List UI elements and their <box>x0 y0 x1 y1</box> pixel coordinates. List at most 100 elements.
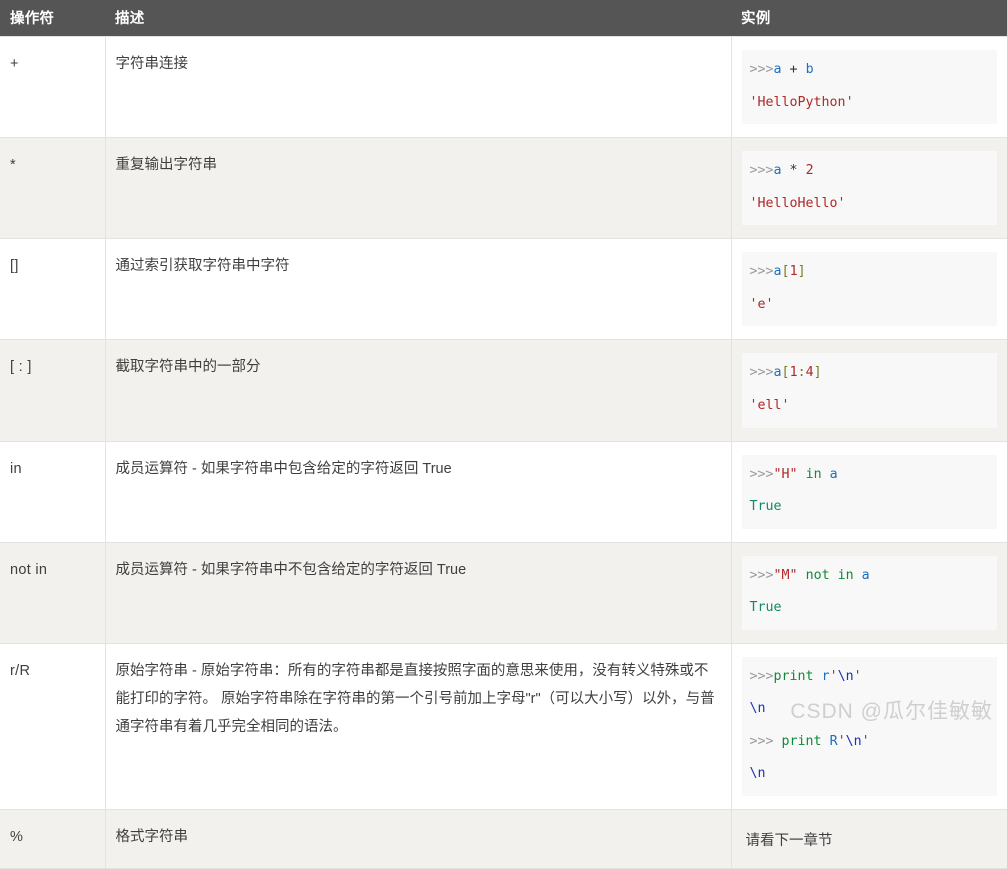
code-token-brk: ] <box>797 264 806 280</box>
code-token-kw: print <box>781 733 822 749</box>
example-plain-text: 请看下一章节 <box>745 833 833 849</box>
code-line: 'ell' <box>750 390 990 423</box>
code-token-num: 1 <box>789 365 798 381</box>
code-line: 'e' <box>750 289 990 322</box>
code-token-str: ' <box>861 733 870 749</box>
code-line: >>>a * 2 <box>750 155 990 188</box>
code-line: True <box>750 491 990 524</box>
column-header-description: 描述 <box>105 0 731 37</box>
code-token-brk: : <box>797 365 806 381</box>
table-row: % 格式字符串 请看下一章节 <box>0 808 1007 869</box>
code-line: >>>"M" not in a <box>750 560 990 593</box>
code-token-str: 'HelloHello' <box>749 195 846 211</box>
code-line: 'HelloHello' <box>750 188 990 221</box>
operator-cell: * <box>0 137 106 240</box>
table-body: + 字符串连接 >>>a + b 'HelloPython' * 重复输出字符串 >>>a … <box>0 35 1007 869</box>
code-token-prompt: >>> <box>749 466 774 482</box>
operator-cell: + <box>0 35 106 139</box>
string-operators-table: 操作符 描述 实例 + 字符串连接 >>>a + b 'HelloPython' * 重复… <box>0 0 1007 869</box>
code-token-kw: in <box>797 466 830 482</box>
code-token-out: \n <box>749 766 766 782</box>
column-header-example: 实例 <box>731 0 1007 37</box>
description-text: 原始字符串 - 原始字符串：所有的字符串都是直接按照字面的意思来使用，没有转义特… <box>115 662 715 736</box>
table-row: * 重复输出字符串 >>>a * 2 'HelloHello' <box>0 137 1007 240</box>
code-token-esc: \n <box>837 668 854 684</box>
example-cell: >>>a * 2 'HelloHello' <box>731 137 1007 240</box>
code-token-prompt: >>> <box>749 264 774 280</box>
example-cell: 请看下一章节 <box>731 808 1007 869</box>
description-text: 截取字符串中的一部分 <box>115 359 261 376</box>
code-token-out: \n <box>749 701 766 717</box>
example-cell: >>>a[1] 'e' <box>731 238 1007 341</box>
code-line: >>>a[1:4] <box>750 357 990 390</box>
description-text: 字符串连接 <box>115 56 189 72</box>
description-cell: 字符串连接 <box>105 35 732 139</box>
example-cell: >>>a + b 'HelloPython' <box>731 35 1007 139</box>
operator-cell: [ : ] <box>0 339 106 442</box>
code-token-str: 'e' <box>749 296 774 312</box>
code-token-prompt: >>> <box>749 733 782 749</box>
example-cell: >>>a[1:4] 'ell' <box>731 339 1007 442</box>
description-text: 格式字符串 <box>115 829 189 845</box>
code-token-prompt: >>> <box>749 163 774 179</box>
code-block: >>>a + b 'HelloPython' <box>741 50 997 125</box>
code-token-num: 1 <box>789 264 798 280</box>
code-block: >>>a[1] 'e' <box>741 252 997 327</box>
code-token-prompt: >>> <box>749 365 774 381</box>
code-line: >>>a + b <box>750 54 990 87</box>
description-cell: 成员运算符 - 如果字符串中包含给定的字符返回 True <box>105 440 732 543</box>
code-token-prompt: >>> <box>749 62 774 77</box>
code-token-str: ' <box>853 668 862 684</box>
table-row: + 字符串连接 >>>a + b 'HelloPython' <box>0 35 1007 139</box>
description-text: 通过索引获取字符串中字符 <box>115 258 290 275</box>
description-cell: 重复输出字符串 <box>105 137 732 240</box>
table-row: [] 通过索引获取字符串中字符 >>>a[1] 'e' <box>0 238 1007 341</box>
code-block: >>>a * 2 'HelloHello' <box>741 151 997 226</box>
code-token-str: "M" <box>773 567 798 583</box>
code-token-op <box>814 669 822 684</box>
code-token-prompt: >>> <box>749 567 774 583</box>
example-cell: >>>print r'\n' \n >>> print R'\n' \n <box>731 642 1007 811</box>
description-cell: 通过索引获取字符串中字符 <box>105 238 732 341</box>
code-token-brk: [ <box>781 365 790 381</box>
code-line: >>>"H" in a <box>750 459 990 492</box>
table-row: in 成员运算符 - 如果字符串中包含给定的字符返回 True >>>"H" in … <box>0 440 1007 543</box>
table-header-row: 操作符 描述 实例 <box>0 0 1007 37</box>
description-cell: 成员运算符 - 如果字符串中不包含给定的字符返回 True <box>105 541 732 644</box>
description-text: 成员运算符 - 如果字符串中包含给定的字符返回 True <box>115 460 452 477</box>
code-token-str: 'HelloPython' <box>749 94 854 110</box>
code-token-prompt: >>> <box>749 668 774 684</box>
description-cell: 截取字符串中的一部分 <box>105 339 732 442</box>
code-line: >>>print r'\n' <box>750 661 990 694</box>
code-token-kw: not in <box>797 567 862 583</box>
code-token-name: a <box>773 163 782 179</box>
code-block: >>>print r'\n' \n >>> print R'\n' \n <box>741 656 997 796</box>
description-text: 成员运算符 - 如果字符串中不包含给定的字符返回 True <box>115 561 467 578</box>
code-line: 'HelloPython' <box>750 87 990 120</box>
column-header-operator: 操作符 <box>0 0 105 37</box>
operator-cell: not in <box>0 541 106 644</box>
code-line: True <box>750 592 990 625</box>
code-token-esc: \n <box>845 733 862 749</box>
code-token-num: 2 <box>805 163 814 179</box>
code-token-name: b <box>805 62 814 77</box>
description-cell: 格式字符串 <box>105 808 732 869</box>
code-token-kw: print <box>773 668 814 684</box>
example-cell: >>>"H" in a True <box>731 440 1007 543</box>
table-row: [ : ] 截取字符串中的一部分 >>>a[1:4] 'ell' <box>0 339 1007 442</box>
example-cell: >>>"M" not in a True <box>731 541 1007 644</box>
code-token-pre: R <box>829 733 838 749</box>
code-token-op: * <box>781 163 806 179</box>
code-block: >>>"M" not in a True <box>741 555 997 630</box>
code-token-str: ' <box>837 733 846 749</box>
code-token-str: ' <box>829 668 838 684</box>
code-block: >>>"H" in a True <box>741 454 997 529</box>
code-token-str: 'ell' <box>749 397 790 413</box>
code-block: >>>a[1:4] 'ell' <box>741 353 997 428</box>
code-token-op <box>822 734 830 749</box>
code-token-brk: [ <box>781 264 790 280</box>
code-token-brk: ] <box>813 365 822 381</box>
code-token-name: a <box>773 62 782 77</box>
code-token-op: + <box>781 62 806 77</box>
operator-cell: in <box>0 440 106 543</box>
